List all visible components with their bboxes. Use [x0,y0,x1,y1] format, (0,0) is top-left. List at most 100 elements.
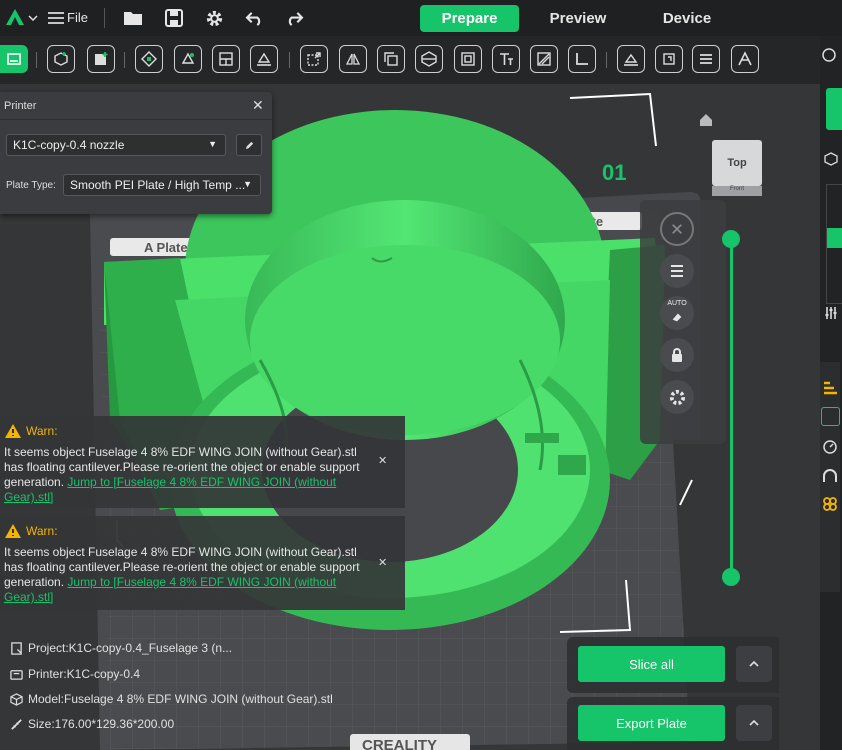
edit-printer-button[interactable] [236,134,262,156]
settings-icon[interactable] [203,8,225,28]
printer-panel-title: Printer [0,92,272,120]
toolbar-divider [36,52,37,68]
right-side-panel [820,36,842,750]
side-list-selected[interactable] [827,228,842,248]
export-plate-button[interactable]: Export Plate [578,705,725,741]
export-options-button[interactable] [736,705,772,741]
eraser-icon [672,313,682,322]
text-button[interactable] [492,45,520,73]
close-icon[interactable]: ✕ [378,556,387,571]
layer-slider-top-handle[interactable] [722,230,740,248]
open-folder-icon[interactable] [122,8,144,28]
view-cube-top[interactable]: Top [712,140,762,186]
measure-button[interactable] [617,45,645,73]
variable-layer-button[interactable] [731,45,759,73]
plate-gear-button[interactable] [660,380,694,414]
delete-plate-button[interactable] [660,212,694,246]
layout-button[interactable] [212,45,240,73]
add-plate-button[interactable] [87,45,115,73]
project-icon [11,641,22,655]
bed-brand: CREALITY [362,737,437,750]
close-icon[interactable]: ✕ [378,454,387,469]
axis-mark [569,92,657,147]
title-bar: File Prepare Preview Device [0,0,842,36]
side-slice-button[interactable] [826,88,842,130]
project-info: Project:K1C-copy-0.4_Fuselage 3 (n... [10,641,232,655]
slice-all-button[interactable]: Slice all [578,646,725,682]
toolbar-divider [606,52,607,68]
logo-icon[interactable] [4,6,26,28]
plate-type-select[interactable]: Smooth PEI Plate / High Temp ... ▼ [63,174,261,196]
divider [104,8,105,28]
warning-icon [5,524,21,538]
auto-orient-button[interactable]: AUTO [660,296,694,330]
model-info: Model:Fuselage 4 8% EDF WING JOIN (witho… [10,692,333,706]
view-cube-front[interactable]: Front [712,186,762,196]
plate-view-button[interactable] [0,45,28,73]
toolbar-divider [124,52,125,68]
printer-panel: Printer ✕ K1C-copy-0.4 nozzle ▼ Plate Ty… [0,92,272,214]
project-text: Project:K1C-copy-0.4_Fuselage 3 (n... [28,641,233,655]
support-icon[interactable] [821,407,840,426]
chevron-up-icon [749,720,759,726]
lock-icon [672,348,682,362]
list-icon [671,265,683,277]
printer-select[interactable]: K1C-copy-0.4 nozzle ▼ [6,134,226,156]
orient-button[interactable] [174,45,202,73]
lay-on-face-button[interactable] [250,45,278,73]
hollow-button[interactable] [454,45,482,73]
layer-slider-bottom-handle[interactable] [722,568,740,586]
chevron-down-icon[interactable] [27,8,39,28]
model-text: Model:Fuselage 4 8% EDF WING JOIN (witho… [28,692,333,706]
palette-icon [822,48,836,67]
redo-icon[interactable] [283,8,305,28]
home-icon[interactable] [698,112,714,133]
plate-type-label: Plate Type: [6,180,56,191]
scale-button[interactable] [300,45,328,73]
bridge-icon[interactable] [822,468,838,489]
file-menu[interactable]: File [67,10,88,25]
speed-icon[interactable] [822,439,838,460]
ruler-icon [11,718,22,730]
printer-select-value: K1C-copy-0.4 nozzle [13,138,125,152]
close-icon[interactable]: ✕ [252,97,264,114]
layers-button[interactable] [692,45,720,73]
sliders-icon[interactable] [824,306,838,325]
slice-options-button[interactable] [736,646,772,682]
tab-device[interactable]: Device [637,5,737,32]
warning-title: Warn: [26,423,58,438]
add-object-button[interactable] [47,45,75,73]
caret-down-icon: ▼ [243,179,252,189]
lock-plate-button[interactable] [660,338,694,372]
toolbar [0,36,842,84]
plate-label-left: A Plate [144,240,188,255]
assembly-button[interactable] [655,45,683,73]
tab-preview[interactable]: Preview [519,5,637,32]
plate-type-value: Smooth PEI Plate / High Temp ... [70,178,246,192]
support-paint-button[interactable] [530,45,558,73]
view-cube[interactable]: Top Front [712,140,762,196]
plate-settings-button[interactable] [660,254,694,288]
cube-icon [10,692,23,706]
multi-material-icon[interactable] [822,496,838,517]
save-icon[interactable] [163,8,185,28]
tab-prepare[interactable]: Prepare [420,5,519,32]
axis-mark [679,479,693,506]
cut-button[interactable] [415,45,443,73]
plate-action-panel: AUTO [640,200,726,444]
gear-icon [669,389,685,405]
cube-icon [824,152,838,171]
mode-tabs: Prepare Preview Device [420,5,737,32]
mirror-button[interactable] [339,45,367,73]
warning-body: It seems object Fuselage 4 8% EDF WING J… [0,539,370,605]
auto-arrange-button[interactable] [135,45,163,73]
undo-icon[interactable] [243,8,265,28]
printer-info: Printer:K1C-copy-0.4 [10,667,140,681]
layer-slider-track[interactable] [730,240,733,578]
copy-button[interactable] [377,45,405,73]
seam-paint-button[interactable] [568,45,596,73]
caret-down-icon: ▼ [208,139,217,149]
printer-text: Printer:K1C-copy-0.4 [28,667,141,681]
layers-bar-icon[interactable] [822,380,838,401]
menu-icon[interactable] [46,8,66,28]
